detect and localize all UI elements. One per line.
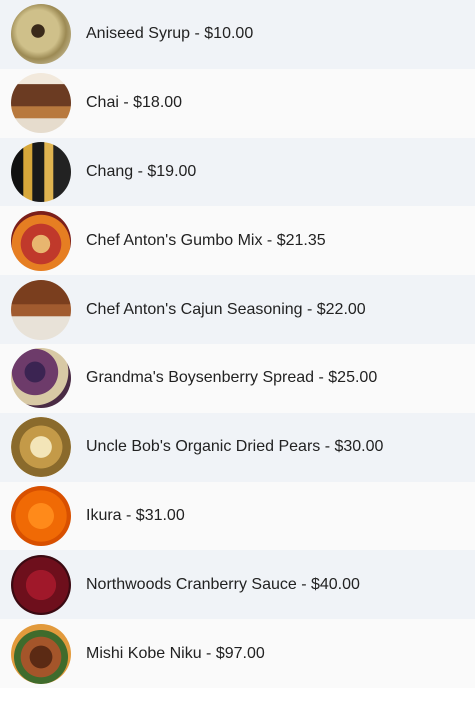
list-item[interactable]: Chang - $19.00 (0, 137, 475, 207)
list-item[interactable]: Mishi Kobe Niku - $97.00 (0, 619, 475, 688)
product-label: Chai - $18.00 (86, 94, 183, 112)
product-label: Northwoods Cranberry Sauce - $40.00 (86, 575, 360, 593)
product-thumbnail (11, 623, 71, 684)
product-label: Uncle Bob's Organic Dried Pears - $30.00 (86, 438, 384, 456)
product-thumbnail (11, 73, 71, 134)
list-item[interactable]: Chai - $18.00 (0, 68, 475, 138)
product-thumbnail (11, 141, 71, 202)
list-item[interactable]: Northwoods Cranberry Sauce - $40.00 (0, 550, 475, 620)
product-label: Mishi Kobe Niku - $97.00 (86, 644, 265, 662)
product-thumbnail (11, 485, 71, 546)
product-thumbnail (11, 279, 71, 340)
product-label: Chef Anton's Cajun Seasoning - $22.00 (86, 300, 366, 318)
product-thumbnail (11, 348, 71, 409)
list-item[interactable]: Grandma's Boysenberry Spread - $25.00 (0, 343, 475, 413)
list-item[interactable]: Uncle Bob's Organic Dried Pears - $30.00 (0, 412, 475, 482)
product-label: Aniseed Syrup - $10.00 (86, 25, 254, 43)
product-label: Ikura - $31.00 (86, 506, 185, 524)
product-thumbnail (11, 210, 71, 271)
list-item[interactable]: Ikura - $31.00 (0, 481, 475, 551)
list-item[interactable]: Aniseed Syrup - $10.00 (0, 0, 475, 69)
product-label: Grandma's Boysenberry Spread - $25.00 (86, 369, 378, 387)
product-list: Aniseed Syrup - $10.00 Chai - $18.00 Cha… (0, 0, 475, 688)
product-thumbnail (11, 4, 71, 65)
product-thumbnail (11, 417, 71, 478)
list-item[interactable]: Chef Anton's Gumbo Mix - $21.35 (0, 206, 475, 276)
list-item[interactable]: Chef Anton's Cajun Seasoning - $22.00 (0, 275, 475, 344)
product-label: Chef Anton's Gumbo Mix - $21.35 (86, 231, 326, 249)
product-thumbnail (11, 554, 71, 615)
product-label: Chang - $19.00 (86, 162, 197, 180)
